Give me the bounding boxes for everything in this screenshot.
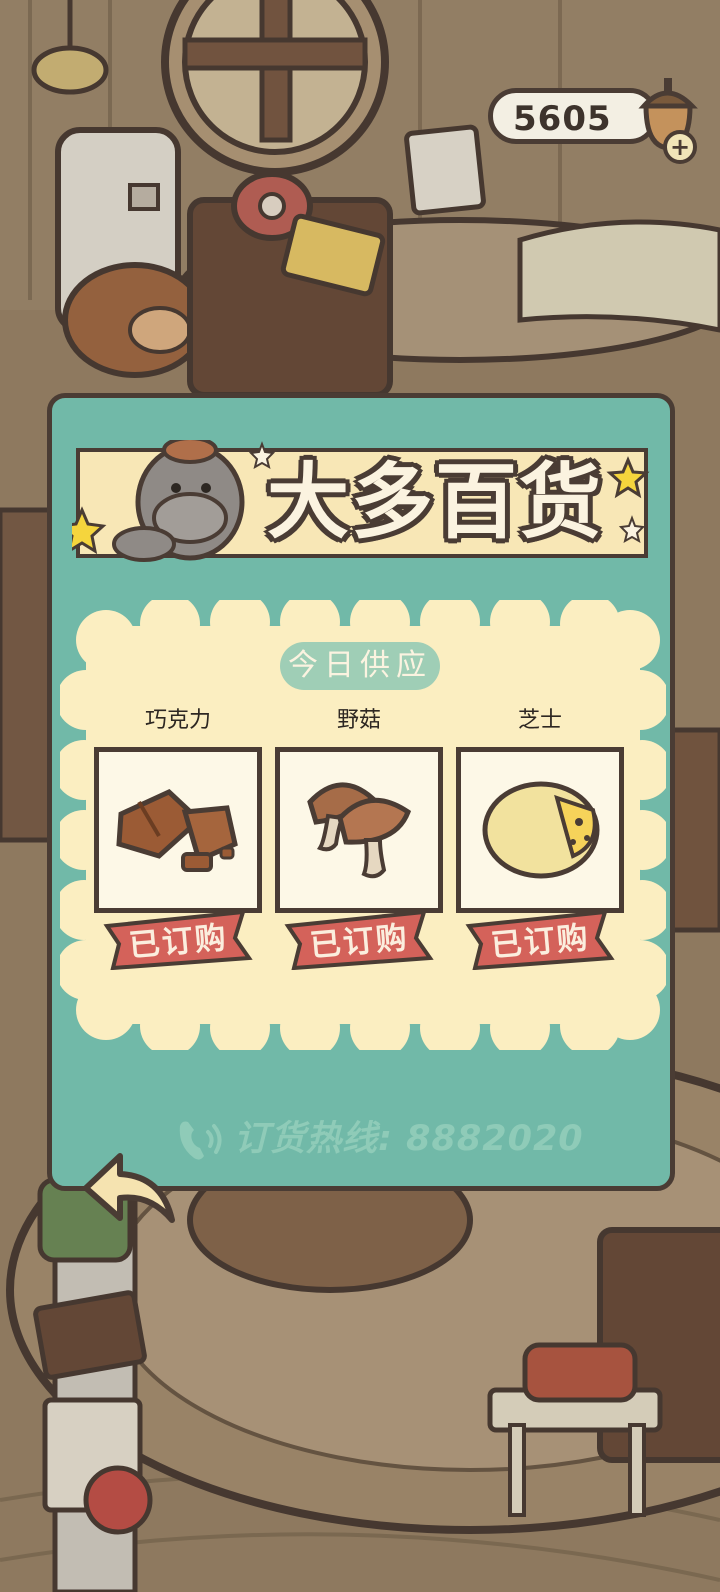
cheese-icon [482,781,600,879]
currency-amount: 5605 [513,99,612,139]
item-name-cheese: 芝士 [517,708,562,733]
phone-icon [179,1121,222,1160]
order-hotline: 订货热线: 8882020 [174,1112,583,1166]
ordered-badge-cheese: 已订购 [465,908,615,970]
ordered-badge-chocolate: 已订购 [103,908,253,970]
item-slot-chocolate[interactable] [94,747,262,913]
currency-counter: 5605 [488,88,658,144]
hotline-text: 订货热线: 8882020 [234,1119,584,1159]
back-arrow-icon[interactable] [78,1148,178,1238]
today-supply-label: 今日供应 [280,642,440,690]
item-slot-mushroom[interactable] [275,747,443,913]
shop-title: 大多百货 [266,455,603,550]
mushroom-icon [307,782,412,879]
item-name-chocolate: 巧克力 [144,708,211,733]
item-slot-cheese[interactable] [456,747,624,913]
add-currency-button[interactable]: + [663,130,697,164]
ordered-badge-mushroom: 已订购 [284,908,434,970]
item-name-mushroom: 野菇 [336,708,381,733]
chocolate-icon [116,789,238,872]
